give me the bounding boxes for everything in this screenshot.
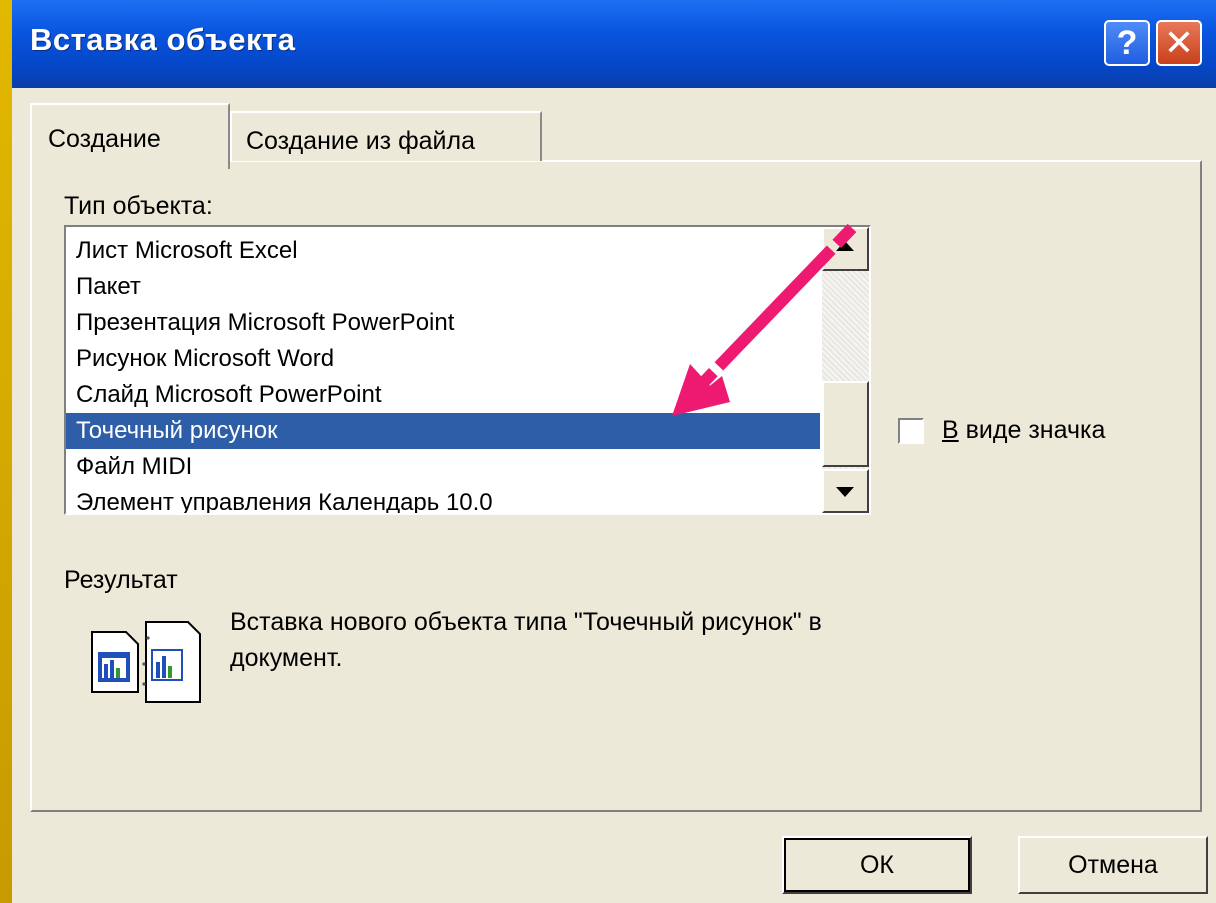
tab-create-new[interactable]: Создание — [30, 103, 230, 169]
ok-button[interactable]: ОК — [782, 836, 972, 894]
close-button[interactable]: ✕ — [1156, 20, 1202, 66]
cancel-button[interactable]: Отмена — [1018, 836, 1208, 894]
tab-create-from-file-label: Создание из файла — [246, 127, 476, 155]
close-icon: ✕ — [1163, 22, 1195, 63]
insert-object-dialog: Вставка объекта ? ✕ Создание Создание из… — [12, 0, 1216, 903]
help-button[interactable]: ? — [1104, 20, 1150, 66]
annotation-arrow-icon — [672, 223, 857, 416]
tab-create-from-file[interactable]: Создание из файла — [230, 111, 542, 161]
tab-panel — [30, 160, 1202, 812]
tab-create-new-label: Создание — [48, 125, 161, 153]
question-mark-icon: ? — [1116, 23, 1138, 62]
dialog-title: Вставка объекта — [30, 22, 296, 57]
title-bar: Вставка объекта ? ✕ — [12, 0, 1216, 88]
